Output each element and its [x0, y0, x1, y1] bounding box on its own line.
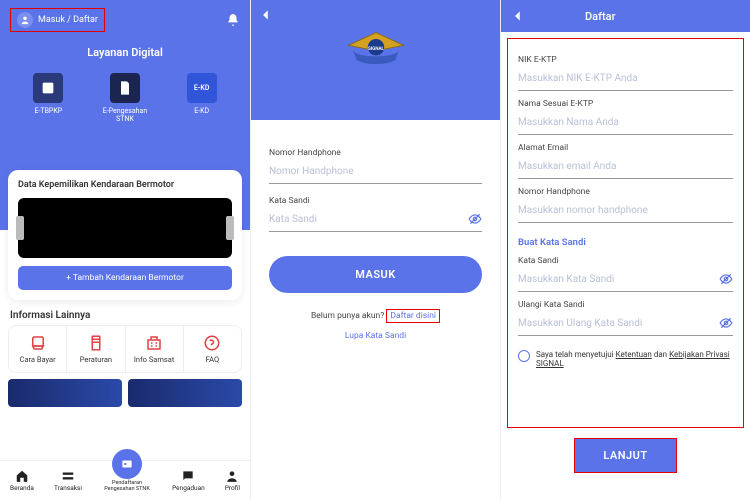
password-label: Kata Sandi	[269, 196, 482, 206]
login-register-button[interactable]: Masuk / Daftar	[10, 8, 105, 32]
forgot-password-link[interactable]: Lupa Kata Sandi	[345, 331, 406, 341]
signal-logo: SIGNAL	[344, 29, 408, 69]
terms-checkbox[interactable]	[518, 350, 530, 362]
email-label: Alamat Email	[518, 143, 733, 153]
phone-label: Nomor Handphone	[518, 187, 733, 197]
banner-1[interactable]	[8, 379, 122, 407]
name-input[interactable]	[518, 111, 733, 135]
vehicle-card-title: Data Kepemilikan Kendaraan Bermotor	[18, 180, 232, 190]
nik-label: NIK E-KTP	[518, 55, 733, 65]
info-peraturan[interactable]: Peraturan	[67, 326, 125, 372]
bell-icon[interactable]	[226, 13, 240, 27]
vehicle-plate-slot	[18, 198, 232, 258]
continue-button[interactable]: LANJUT	[574, 438, 676, 473]
other-info-heading: Informasi Lainnya	[10, 310, 240, 321]
service-ekd[interactable]: E-KDE-KD	[172, 73, 232, 123]
name-label: Nama Sesuai E-KTP	[518, 99, 733, 109]
phone-input[interactable]	[518, 199, 733, 223]
phone-input[interactable]	[269, 160, 482, 184]
back-button[interactable]	[251, 0, 281, 33]
no-account-text: Belum punya akun? Daftar disini	[269, 309, 482, 323]
terms-text: Saya telah menyetujui Ketentuan dan Kebi…	[536, 350, 733, 368]
tab-pengaduan[interactable]: Pengaduan	[172, 469, 205, 492]
pw-input[interactable]	[518, 268, 733, 292]
eye-icon[interactable]	[719, 316, 733, 330]
eye-icon[interactable]	[468, 212, 482, 226]
pw-label: Kata Sandi	[518, 256, 733, 266]
banner-2[interactable]	[128, 379, 242, 407]
password-input[interactable]	[269, 208, 482, 232]
user-icon	[17, 12, 33, 28]
info-cara-bayar[interactable]: Cara Bayar	[9, 326, 67, 372]
screen-register: Daftar NIK E-KTP Nama Sesuai E-KTP Alama…	[500, 0, 750, 500]
pw2-input[interactable]	[518, 312, 733, 336]
service-etbpkp[interactable]: E-TBPKP	[18, 73, 78, 123]
login-button[interactable]: MASUK	[269, 256, 482, 293]
tab-transaksi[interactable]: Transaksi	[54, 469, 82, 492]
add-vehicle-button[interactable]: + Tambah Kendaraan Bermotor	[18, 266, 232, 290]
tab-beranda[interactable]: Beranda	[10, 469, 34, 492]
service-epengesahan[interactable]: E-Pengesahan STNK	[95, 73, 155, 123]
password-section-heading: Buat Kata Sandi	[518, 237, 733, 248]
info-faq[interactable]: FAQ	[184, 326, 241, 372]
screen-home: Masuk / Daftar Layanan Digital E-TBPKP E…	[0, 0, 250, 500]
email-input[interactable]	[518, 155, 733, 179]
info-samsat[interactable]: Info Samsat	[126, 326, 184, 372]
pw2-label: Ulangi Kata Sandi	[518, 300, 733, 310]
back-button[interactable]	[511, 9, 525, 23]
svg-text:SIGNAL: SIGNAL	[367, 46, 384, 52]
register-title: Daftar	[585, 10, 615, 23]
tab-pendaftaran[interactable]: Pendaftaran Pengesahan STNK	[102, 449, 152, 492]
vehicle-card: Data Kepemilikan Kendaraan Bermotor + Ta…	[8, 170, 242, 300]
phone-label: Nomor Handphone	[269, 148, 482, 158]
eye-icon[interactable]	[719, 272, 733, 286]
tab-profil[interactable]: Profil	[225, 469, 240, 492]
services-heading: Layanan Digital	[10, 46, 240, 59]
screen-login: SIGNAL Nomor Handphone Kata Sandi MASUK …	[250, 0, 500, 500]
tab-bar: Beranda Transaksi Pendaftaran Pengesahan…	[0, 460, 250, 500]
nik-input[interactable]	[518, 67, 733, 91]
register-link[interactable]: Daftar disini	[386, 309, 440, 323]
info-grid: Cara Bayar Peraturan Info Samsat FAQ	[8, 325, 242, 373]
login-label: Masuk / Daftar	[38, 15, 98, 25]
terms-link[interactable]: Ketentuan	[616, 350, 652, 359]
